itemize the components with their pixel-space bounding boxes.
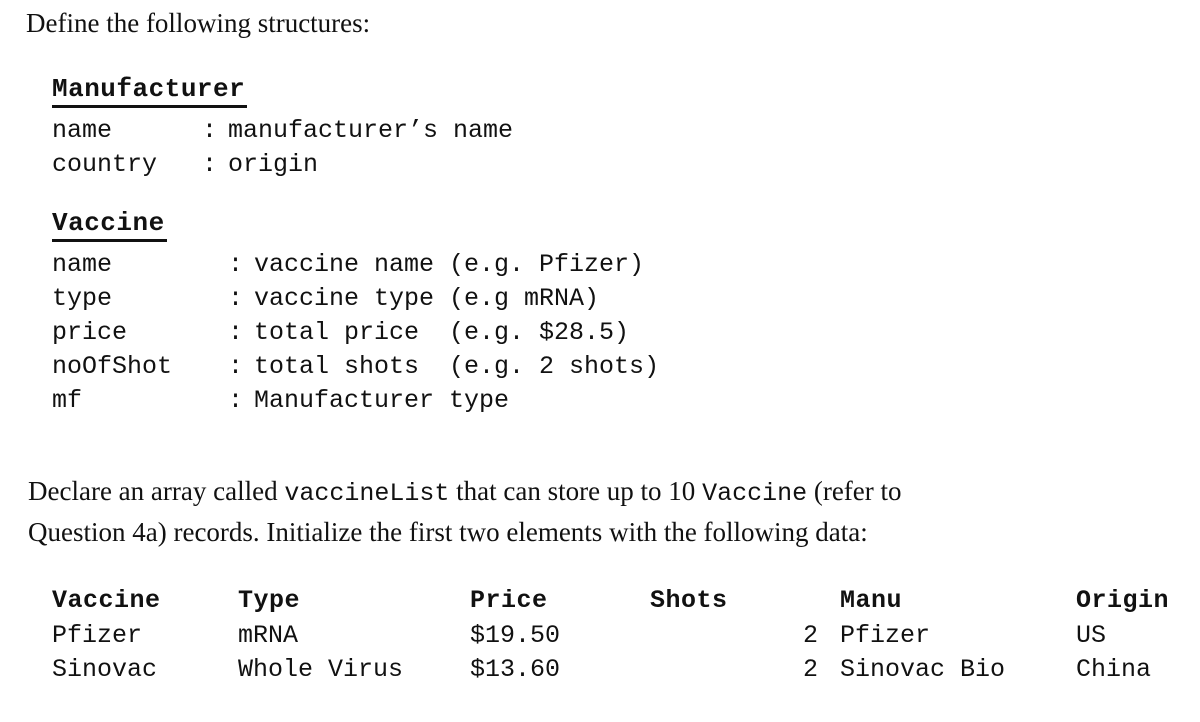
cell-vaccine: Pfizer [52,621,143,650]
cell-shots: 2 [802,655,818,684]
field-name: type [52,284,113,313]
struct-field-row: country : origin [52,148,513,182]
field-name: mf [52,386,83,415]
struct-field-row: mf : Manufacturer type [52,384,659,418]
column-header-price: Price [470,586,548,615]
vaccine-data-table: Vaccine Type Price Shots Manu Origin Pfi… [52,584,1169,687]
field-description: origin [228,150,319,179]
struct-manufacturer: Manufacturer name : manufacturer’s name … [52,74,513,182]
cell-type: mRNA [238,621,299,650]
declare-line-1: Declare an array called vaccineList that… [28,472,1168,513]
declare-text-part-3: (refer to [807,476,902,506]
struct-vaccine: Vaccine name : vaccine name (e.g. Pfizer… [52,208,659,418]
field-colon: : [228,352,244,381]
field-description: vaccine name (e.g. Pfizer) [254,250,645,279]
column-header-vaccine: Vaccine [52,586,161,615]
field-name: noOfShot [52,352,173,381]
cell-origin: China [1076,655,1152,684]
field-description: Manufacturer type [254,386,510,415]
cell-shots: 2 [802,621,818,650]
table-header: Vaccine Type Price Shots Manu Origin [52,584,1169,619]
intro-text: Define the following structures: [26,8,371,38]
struct-vaccine-title: Vaccine [52,208,167,242]
declare-text-part-2: that can store up to 10 [449,476,703,506]
struct-manufacturer-title: Manufacturer [52,74,248,108]
cell-price: $13.60 [470,655,561,684]
field-colon: : [228,318,244,347]
cell-manu: Pfizer [840,621,931,650]
field-colon: : [228,250,244,279]
cell-manu: Sinovac Bio [840,655,1006,684]
cell-vaccine: Sinovac [52,655,158,684]
cell-type: Whole Virus [238,655,404,684]
column-header-origin: Origin [1076,586,1170,615]
field-colon: : [228,386,244,415]
table-row: Pfizer mRNA $19.50 2 Pfizer US [52,619,1169,653]
table-row: Sinovac Whole Virus $13.60 2 Sinovac Bio… [52,653,1169,687]
field-description: total shots (e.g. 2 shots) [254,352,660,381]
declare-text-part-1: Declare an array called [28,476,285,506]
field-name: country [52,150,158,179]
field-description: vaccine type (e.g mRNA) [254,284,600,313]
field-name: price [52,318,128,347]
code-vaccine-list: vaccineList [284,479,450,508]
declare-paragraph: Declare an array called vaccineList that… [28,472,1168,552]
document-page: Define the following structures: Manufac… [0,0,1200,722]
cell-price: $19.50 [470,621,561,650]
struct-field-row: noOfShot : total shots (e.g. 2 shots) [52,350,659,384]
field-name: name [52,250,113,279]
field-description: manufacturer’s name [228,116,514,145]
field-colon: : [228,284,244,313]
struct-field-row: name : manufacturer’s name [52,114,513,148]
table-header-row: Vaccine Type Price Shots Manu Origin [52,584,1169,619]
cell-origin: US [1076,621,1107,650]
code-vaccine-type: Vaccine [702,479,808,508]
field-colon: : [202,150,218,179]
struct-field-row: name : vaccine name (e.g. Pfizer) [52,248,659,282]
table-body: Pfizer mRNA $19.50 2 Pfizer US Sinovac W… [52,619,1169,687]
field-name: name [52,116,113,145]
struct-field-row: price : total price (e.g. $28.5) [52,316,659,350]
column-header-shots: Shots [650,586,728,615]
struct-field-row: type : vaccine type (e.g mRNA) [52,282,659,316]
field-description: total price (e.g. $28.5) [254,318,630,347]
column-header-type: Type [238,586,301,615]
field-colon: : [202,116,218,145]
declare-line-2: Question 4a) records. Initialize the fir… [28,517,868,547]
column-header-manu: Manu [840,586,903,615]
